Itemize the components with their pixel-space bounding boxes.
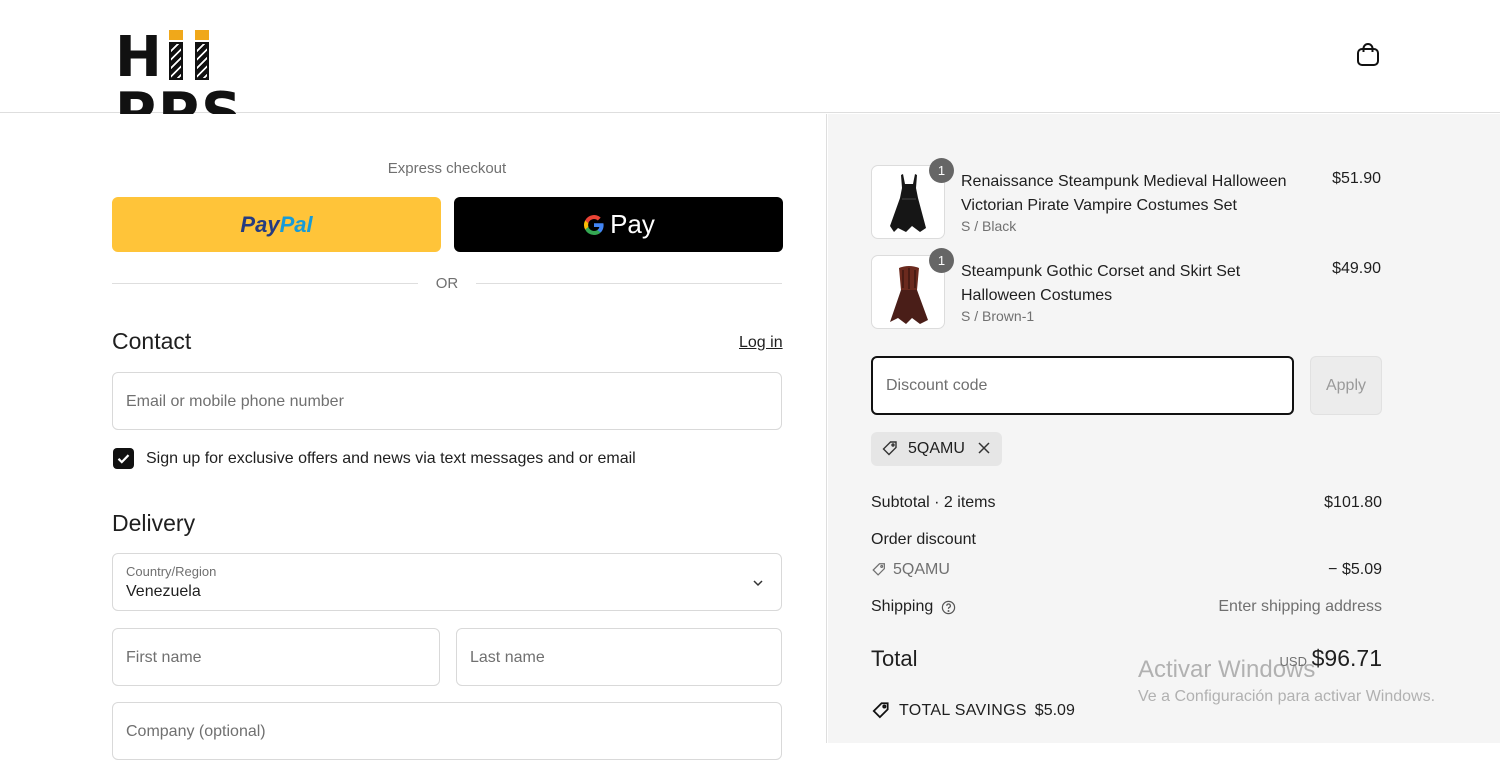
product-price: $51.90	[1332, 170, 1381, 187]
cart-line-item: 1 Renaissance Steampunk Medieval Hallowe…	[871, 158, 1381, 241]
signup-label: Sign up for exclusive offers and news vi…	[146, 450, 636, 467]
product-variant: S / Brown-1	[961, 308, 1035, 324]
product-thumbnail: 1	[871, 248, 954, 329]
quantity-badge: 1	[929, 248, 954, 273]
checkout-form: Express checkout Pay Pal Pay OR Contact L…	[0, 114, 827, 760]
subtotal-value: $101.80	[1324, 494, 1382, 511]
google-pay-button[interactable]: Pay	[454, 197, 783, 252]
google-g-icon	[584, 214, 604, 235]
total-label: Total	[871, 646, 918, 671]
delivery-heading: Delivery	[112, 510, 196, 536]
order-discount-label: Order discount	[871, 531, 976, 548]
tag-icon	[872, 702, 889, 719]
shipping-row: Shipping	[871, 598, 956, 616]
cart-line-item: 1 Steampunk Gothic Corset and Skirt Set …	[871, 248, 1381, 331]
checkmark-icon	[117, 454, 130, 464]
product-name: Renaissance Steampunk Medieval Halloween…	[961, 173, 1287, 214]
tag-icon	[872, 563, 885, 576]
discount-code-row: 5QAMU	[871, 561, 950, 579]
order-summary: 1 Renaissance Steampunk Medieval Hallowe…	[828, 114, 1500, 743]
total-savings: TOTAL SAVINGS $5.09	[871, 701, 1075, 721]
help-icon[interactable]	[941, 600, 956, 615]
apply-discount-button[interactable]: Apply	[1310, 356, 1382, 415]
chevron-down-icon	[753, 580, 763, 587]
subtotal-label: Subtotal · 2 items	[871, 494, 996, 511]
first-name-field[interactable]: First name	[112, 628, 440, 686]
product-thumbnail: 1	[871, 158, 954, 239]
signup-checkbox[interactable]	[113, 448, 134, 469]
login-link[interactable]: Log in	[739, 334, 783, 352]
or-divider: OR	[112, 274, 782, 294]
last-name-field[interactable]: Last name	[456, 628, 782, 686]
product-variant: S / Black	[961, 218, 1017, 234]
paypal-button[interactable]: Pay Pal	[112, 197, 441, 252]
quantity-badge: 1	[929, 158, 954, 183]
close-icon[interactable]	[976, 440, 992, 456]
total-currency: USD	[1279, 654, 1307, 669]
email-field[interactable]: Email or mobile phone number	[112, 372, 782, 430]
header: HPPS	[0, 0, 1500, 142]
contact-heading: Contact	[112, 328, 192, 354]
logo-ii-mark	[193, 30, 213, 80]
discount-code-input[interactable]: Discount code	[871, 356, 1294, 415]
shipping-value: Enter shipping address	[1218, 598, 1382, 615]
express-checkout-title: Express checkout	[387, 160, 507, 177]
discount-value: − $5.09	[1328, 561, 1382, 578]
product-name: Steampunk Gothic Corset and Skirt Set Ha…	[961, 263, 1241, 304]
applied-discount-chip: 5QAMU	[871, 432, 1002, 466]
country-select[interactable]: Country/Region Venezuela	[112, 553, 782, 611]
hiipps-logo[interactable]: HPPS	[115, 20, 325, 142]
company-field[interactable]: Company (optional)	[112, 702, 782, 760]
tag-icon	[882, 441, 897, 456]
shopping-bag-icon[interactable]	[1354, 40, 1382, 68]
total-value: $96.71	[1311, 645, 1382, 671]
product-price: $49.90	[1332, 260, 1381, 277]
logo-ii-mark	[167, 30, 187, 80]
